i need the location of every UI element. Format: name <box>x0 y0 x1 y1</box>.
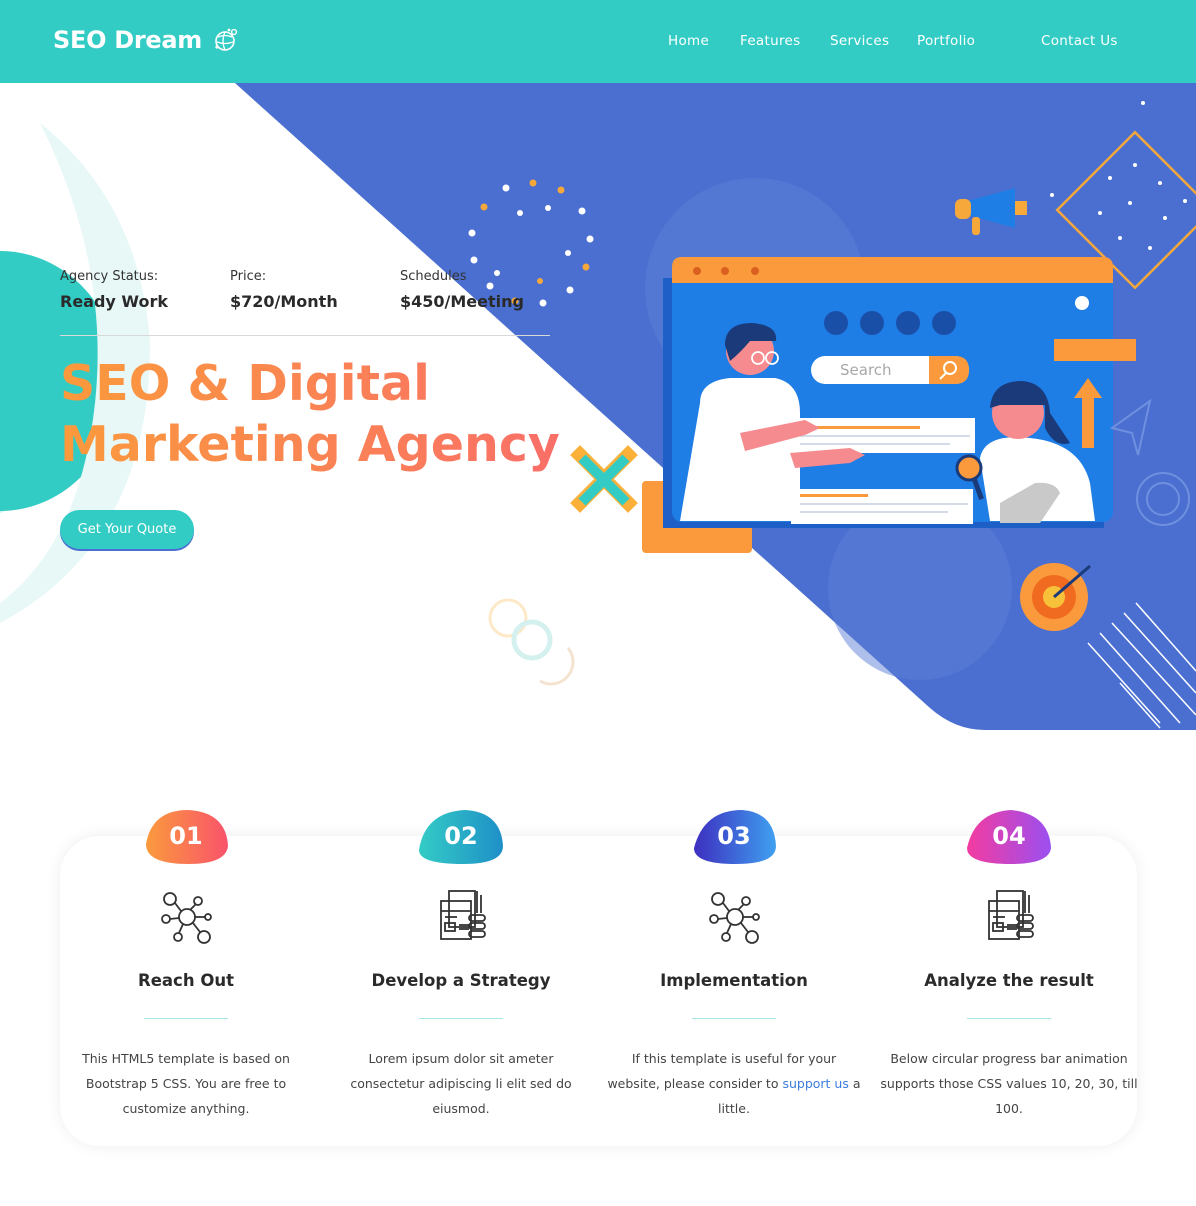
price: Price: $720/Month <box>230 269 338 311</box>
step-description: This HTML5 template is based on Bootstra… <box>82 1051 290 1116</box>
get-quote-button[interactable]: Get Your Quote <box>60 510 194 549</box>
meta-label: Agency Status: <box>60 269 159 284</box>
meta-label: Schedules <box>400 269 467 284</box>
step-implementation: 03 Implementation If this template is us… <box>604 806 864 1126</box>
illustration-search-text: Search <box>840 361 892 379</box>
nav-contact-us[interactable]: Contact Us <box>1041 33 1118 49</box>
hero-divider <box>60 335 550 336</box>
documents-icon <box>440 890 486 940</box>
faint-rings-decoration <box>488 598 575 686</box>
step-reach-out: 01 Reach Out This HTML5 template is base… <box>56 806 316 1126</box>
headline-line-2: Marketing Agency <box>60 416 560 473</box>
step-underline <box>144 1018 228 1019</box>
main-nav: Home Features Services Portfolio Contact… <box>0 33 1196 53</box>
step-description: If this template is useful for your webs… <box>604 1046 864 1121</box>
step-develop-strategy: 02 Develop a Strategy Lorem ipsum dolor … <box>331 806 591 1126</box>
site-header: SEO Dream Home Features Services Portfol… <box>0 0 1196 83</box>
meta-value: Ready Work <box>60 292 169 311</box>
nav-features[interactable]: Features <box>740 33 800 49</box>
documents-icon <box>988 890 1034 940</box>
meta-label: Price: <box>230 269 267 284</box>
hero-section: Agency Status: Ready Work Price: $720/Mo… <box>0 83 1196 743</box>
headline-line-1: SEO & Digital <box>60 355 430 412</box>
step-description: Below circular progress bar animation su… <box>880 1051 1138 1116</box>
step-number: 01 <box>169 822 203 850</box>
hero-headline: SEO & Digital Marketing Agency <box>60 353 580 475</box>
step-number: 03 <box>717 822 751 850</box>
x-decoration <box>570 445 638 513</box>
schedules: Schedules $450/Meeting <box>400 269 524 311</box>
meta-value: $450/Meeting <box>400 292 524 311</box>
nav-home[interactable]: Home <box>668 33 709 49</box>
nav-services[interactable]: Services <box>830 33 889 49</box>
step-number: 04 <box>992 822 1026 850</box>
step-analyze-result: 04 Analyze the result Below circular pro… <box>879 806 1139 1126</box>
step-description: Lorem ipsum dolor sit ameter consectetur… <box>350 1051 572 1116</box>
browser-illustration <box>642 257 1136 553</box>
step-number: 02 <box>444 822 478 850</box>
step-title: Analyze the result <box>924 971 1094 990</box>
step-title: Reach Out <box>138 971 234 990</box>
step-title: Implementation <box>660 971 808 990</box>
network-people-icon <box>161 892 212 944</box>
step-title: Develop a Strategy <box>371 971 551 990</box>
nav-portfolio[interactable]: Portfolio <box>917 33 975 49</box>
step-underline <box>692 1018 776 1019</box>
step-underline <box>967 1018 1051 1019</box>
agency-status: Agency Status: Ready Work <box>60 269 168 311</box>
meta-value: $720/Month <box>230 292 338 311</box>
support-us-link[interactable]: support us <box>782 1076 848 1091</box>
network-people-icon <box>709 892 760 944</box>
step-underline <box>419 1018 503 1019</box>
